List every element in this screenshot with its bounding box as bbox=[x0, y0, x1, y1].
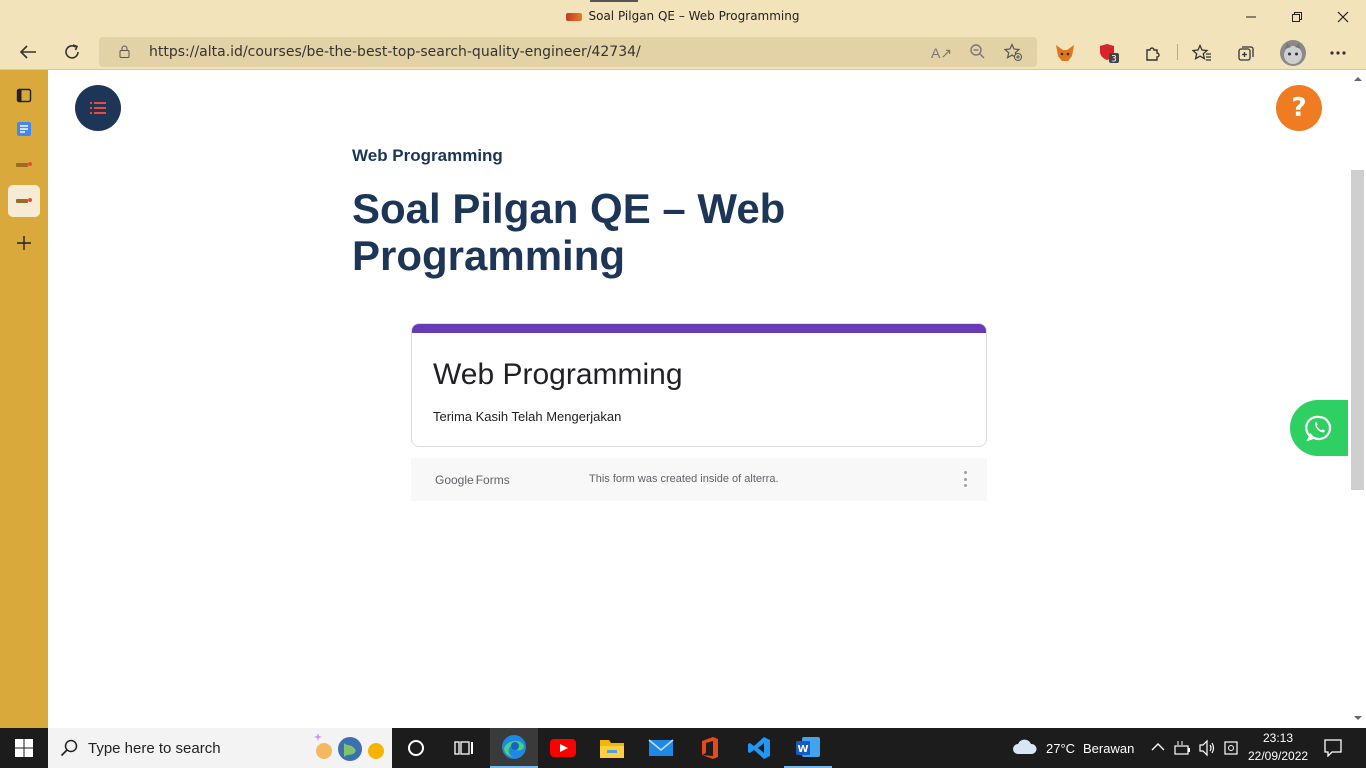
window-title: Soal Pilgan QE – Web Programming bbox=[588, 9, 800, 23]
task-view-icon bbox=[454, 741, 473, 755]
close-window-button[interactable] bbox=[1320, 0, 1366, 34]
taskbar-youtube[interactable] bbox=[539, 728, 587, 768]
taskbar-vscode[interactable] bbox=[735, 728, 783, 768]
toolbar-divider bbox=[1177, 44, 1178, 60]
cortana-icon bbox=[408, 740, 424, 756]
zoom-out-icon[interactable] bbox=[967, 43, 987, 63]
taskbar-word[interactable]: W bbox=[784, 728, 832, 768]
battery-icon[interactable] bbox=[1173, 740, 1191, 756]
refresh-button[interactable] bbox=[57, 37, 87, 67]
minimize-button[interactable] bbox=[1228, 0, 1274, 34]
form-note: This form was created inside of alterra. bbox=[589, 473, 779, 485]
folder-icon bbox=[600, 740, 624, 758]
search-icon bbox=[60, 739, 78, 757]
form-accent-bar bbox=[412, 324, 986, 333]
vscode-icon bbox=[748, 737, 770, 759]
breadcrumb[interactable]: Web Programming bbox=[352, 146, 503, 166]
favorites-icon[interactable] bbox=[1191, 42, 1213, 64]
tab-actions-icon[interactable] bbox=[8, 79, 40, 111]
page-title: Soal Pilgan QE – Web Programming bbox=[352, 185, 786, 279]
extensions-puzzle-icon[interactable] bbox=[1142, 42, 1164, 64]
page-content: ? Web Programming Soal Pilgan QE – Web P… bbox=[48, 70, 1350, 728]
help-button[interactable]: ? bbox=[1276, 85, 1322, 131]
weather-desc[interactable]: Berawan bbox=[1083, 741, 1134, 756]
weather-cloud-icon[interactable] bbox=[1012, 738, 1038, 756]
vertical-tabs-sidebar bbox=[0, 70, 48, 728]
lock-icon bbox=[119, 45, 130, 58]
language-input-icon[interactable] bbox=[1223, 739, 1239, 757]
office-icon bbox=[702, 737, 718, 759]
address-bar[interactable]: https://alta.id/courses/be-the-best-top-… bbox=[99, 37, 1037, 67]
tab-indicator bbox=[590, 0, 638, 2]
windows-logo-icon bbox=[15, 739, 33, 757]
refresh-icon bbox=[65, 44, 79, 59]
word-icon: W bbox=[796, 737, 820, 757]
cortana-button[interactable] bbox=[392, 728, 440, 768]
notification-center-icon[interactable] bbox=[1324, 739, 1342, 757]
volume-icon[interactable] bbox=[1198, 739, 1216, 757]
form-footer: Google Forms This form was created inside… bbox=[411, 458, 987, 501]
form-title: Web Programming bbox=[433, 358, 683, 391]
collections-icon[interactable] bbox=[1235, 42, 1257, 64]
taskbar-file-explorer[interactable] bbox=[588, 728, 636, 768]
profile-avatar[interactable] bbox=[1280, 40, 1306, 66]
back-button[interactable] bbox=[13, 37, 43, 67]
google-forms-logo[interactable]: Google Forms bbox=[435, 473, 510, 487]
arrow-left-icon bbox=[19, 45, 36, 59]
page-scrollbar[interactable] bbox=[1350, 70, 1366, 728]
mail-icon bbox=[648, 739, 674, 756]
clock-time[interactable]: 23:13 bbox=[1263, 731, 1293, 745]
taskbar-office[interactable] bbox=[686, 728, 734, 768]
more-options-icon[interactable] bbox=[961, 468, 969, 490]
taskbar-search-box[interactable]: Type here to search bbox=[48, 728, 392, 768]
whatsapp-icon bbox=[1305, 415, 1332, 442]
tray-chevron-up-icon[interactable] bbox=[1151, 742, 1165, 752]
shield-extension-icon[interactable]: 3 bbox=[1098, 42, 1120, 64]
more-menu-icon[interactable] bbox=[1327, 42, 1349, 64]
form-description: Terima Kasih Telah Mengerjakan bbox=[433, 409, 622, 424]
search-highlight-icon bbox=[314, 733, 384, 761]
list-icon bbox=[90, 102, 106, 114]
brand-forms: Forms bbox=[475, 473, 510, 487]
title-bar: Soal Pilgan QE – Web Programming bbox=[0, 0, 1366, 34]
tab-alterra-icon[interactable] bbox=[8, 149, 40, 181]
alterra-favicon-icon bbox=[566, 12, 583, 21]
new-tab-button[interactable] bbox=[8, 227, 40, 259]
window-title-area: Soal Pilgan QE – Web Programming bbox=[0, 9, 1366, 23]
edge-icon bbox=[502, 735, 526, 759]
weather-temp[interactable]: 27°C bbox=[1046, 741, 1075, 756]
scrollbar-thumb[interactable] bbox=[1351, 170, 1364, 490]
task-view-button[interactable] bbox=[440, 728, 488, 768]
add-favorite-icon[interactable] bbox=[1003, 43, 1023, 63]
tab-docs-icon[interactable] bbox=[8, 113, 40, 145]
taskbar-mail[interactable] bbox=[637, 728, 685, 768]
windows-taskbar: Type here to search W 27°C Berawan 23:13… bbox=[0, 728, 1366, 768]
clock-date[interactable]: 22/09/2022 bbox=[1248, 749, 1308, 763]
browser-toolbar: https://alta.id/courses/be-the-best-top-… bbox=[0, 34, 1366, 70]
plus-icon bbox=[17, 236, 31, 250]
url-text: https://alta.id/courses/be-the-best-top-… bbox=[149, 44, 641, 60]
metamask-icon[interactable] bbox=[1054, 42, 1076, 64]
extension-badge: 3 bbox=[1111, 55, 1117, 65]
google-form-card: Web Programming Terima Kasih Telah Menge… bbox=[411, 323, 987, 447]
youtube-icon bbox=[550, 739, 576, 757]
course-menu-button[interactable] bbox=[75, 85, 121, 131]
read-aloud-icon[interactable]: A↗ bbox=[931, 43, 952, 63]
start-button[interactable] bbox=[0, 728, 48, 768]
brand-google: Google bbox=[435, 473, 474, 487]
restore-button[interactable] bbox=[1274, 0, 1320, 34]
taskbar-edge[interactable] bbox=[490, 728, 538, 768]
tab-alterra-active-icon[interactable] bbox=[8, 185, 40, 217]
whatsapp-button[interactable] bbox=[1290, 400, 1348, 456]
search-placeholder: Type here to search bbox=[88, 740, 221, 757]
svg-text:W: W bbox=[797, 744, 808, 755]
